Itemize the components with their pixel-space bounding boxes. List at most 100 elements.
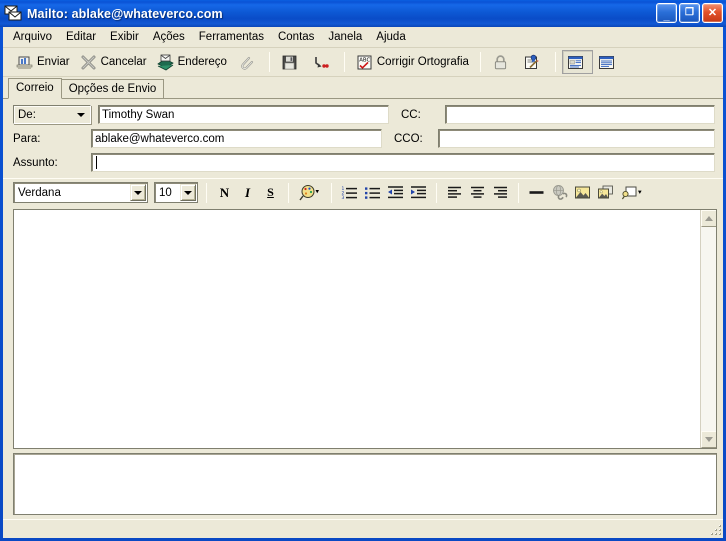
background-image-button[interactable] [594, 182, 617, 204]
subject-label: Assunto: [13, 156, 58, 169]
font-family-dropdown[interactable]: Verdana [13, 182, 148, 203]
menu-arquivo[interactable]: Arquivo [6, 29, 59, 46]
resize-grip[interactable] [708, 524, 721, 537]
menu-acoes[interactable]: Ações [146, 29, 192, 46]
send-later-button[interactable] [307, 50, 338, 74]
cc-input[interactable] [445, 105, 715, 124]
align-left-icon [446, 184, 463, 201]
view-html-button[interactable] [561, 50, 593, 74]
plain-text-view-icon [598, 54, 615, 71]
cancel-button[interactable]: Cancelar [75, 50, 152, 74]
menu-ajuda[interactable]: Ajuda [369, 29, 412, 46]
window-controls: _ ❐ ✕ [656, 3, 723, 23]
window-title-prefix: Mailto: [27, 6, 68, 21]
to-value: ablake@whateverco.com [95, 132, 225, 145]
subject-input[interactable] [91, 153, 715, 172]
html-view-icon [567, 54, 584, 71]
tab-opcoes-de-envio[interactable]: Opções de Envio [60, 79, 165, 98]
insert-object-button[interactable] [617, 182, 647, 204]
save-button[interactable] [276, 50, 307, 74]
background-picture-icon [597, 184, 614, 201]
align-right-icon [492, 184, 509, 201]
fmt-separator-1 [288, 182, 289, 203]
spell-check-button[interactable]: ABC Corrigir Ortografia [351, 50, 474, 74]
menu-bar: Arquivo Editar Exibir Ações Ferramentas … [3, 27, 723, 48]
svg-text:3: 3 [342, 195, 345, 201]
cc-label: CC: [401, 108, 421, 121]
cancel-x-icon [80, 54, 97, 71]
address-book-label: Endereço [177, 56, 227, 68]
align-center-button[interactable] [466, 182, 489, 204]
to-input[interactable]: ablake@whateverco.com [91, 129, 382, 148]
scroll-up-button[interactable] [701, 210, 716, 227]
cancel-button-label: Cancelar [100, 56, 147, 68]
title-bar: Mailto: ablake@whateverco.com _ ❐ ✕ [0, 0, 726, 27]
align-right-button[interactable] [489, 182, 512, 204]
italic-button[interactable]: I [236, 182, 259, 204]
increase-indent-button[interactable] [407, 182, 430, 204]
svg-text:ABC: ABC [359, 57, 370, 63]
menu-exibir[interactable]: Exibir [103, 29, 146, 46]
menu-contas[interactable]: Contas [271, 29, 321, 46]
padlock-icon [492, 54, 509, 71]
send-outbox-icon [16, 54, 33, 71]
scroll-down-button[interactable] [701, 431, 716, 448]
message-body-input[interactable] [14, 210, 700, 448]
numbered-list-icon: 1 2 3 [341, 184, 358, 201]
minimize-icon: _ [663, 9, 670, 22]
chevron-down-icon [705, 437, 713, 442]
chevron-up-icon [705, 216, 713, 221]
bullet-list-button[interactable] [361, 182, 384, 204]
chevron-down-icon [77, 112, 85, 117]
close-button[interactable]: ✕ [702, 3, 723, 23]
subject-row: Assunto: [13, 153, 717, 172]
from-input[interactable]: Timothy Swan [98, 105, 389, 124]
spell-check-abc-icon: ABC [356, 54, 373, 71]
color-palette-icon [299, 184, 321, 201]
bcc-label: CCO: [394, 132, 423, 145]
fmt-separator-4 [518, 182, 519, 203]
horizontal-rule-button[interactable] [525, 182, 548, 204]
view-plain-button[interactable] [593, 50, 624, 74]
signature-certificate-icon [523, 54, 540, 71]
to-label: Para: [13, 132, 41, 145]
tab-correio[interactable]: Correio [8, 78, 62, 99]
decrease-indent-button[interactable] [384, 182, 407, 204]
menu-editar[interactable]: Editar [59, 29, 103, 46]
maximize-icon: ❐ [685, 7, 694, 18]
text-caret [96, 156, 97, 169]
insert-image-button[interactable] [571, 182, 594, 204]
align-center-icon [469, 184, 486, 201]
from-value: Timothy Swan [102, 108, 175, 121]
address-book-button[interactable]: Endereço [152, 50, 232, 74]
close-icon: ✕ [707, 6, 718, 19]
numbered-list-button[interactable]: 1 2 3 [338, 182, 361, 204]
send-button[interactable]: Enviar [11, 50, 75, 74]
font-family-value: Verdana [18, 186, 61, 199]
font-size-dropdown[interactable]: 10 [154, 182, 198, 203]
body-vertical-scrollbar[interactable] [700, 210, 716, 448]
attachment-pane[interactable] [13, 453, 717, 515]
encrypt-button[interactable] [487, 50, 518, 74]
digital-signature-button[interactable] [518, 50, 549, 74]
underline-button[interactable]: S [259, 182, 282, 204]
bcc-input[interactable] [438, 129, 715, 148]
bullet-list-icon [364, 184, 381, 201]
underline-label: S [267, 185, 274, 199]
insert-link-button[interactable] [548, 182, 571, 204]
window-title-address: ablake@whateverco.com [71, 6, 223, 21]
tab-bar: Correio Opções de Envio [3, 77, 723, 99]
minimize-button[interactable]: _ [656, 3, 677, 23]
font-size-value: 10 [159, 186, 172, 199]
menu-ferramentas[interactable]: Ferramentas [192, 29, 271, 46]
bold-button[interactable]: N [213, 182, 236, 204]
picture-icon [574, 184, 591, 201]
maximize-button[interactable]: ❐ [679, 3, 700, 23]
menu-janela[interactable]: Janela [321, 29, 369, 46]
font-color-button[interactable] [295, 182, 325, 204]
attach-file-button[interactable] [232, 50, 263, 74]
align-left-button[interactable] [443, 182, 466, 204]
from-account-dropdown[interactable]: De: [13, 105, 91, 124]
italic-label: I [244, 184, 251, 200]
insert-object-icon [621, 184, 643, 201]
